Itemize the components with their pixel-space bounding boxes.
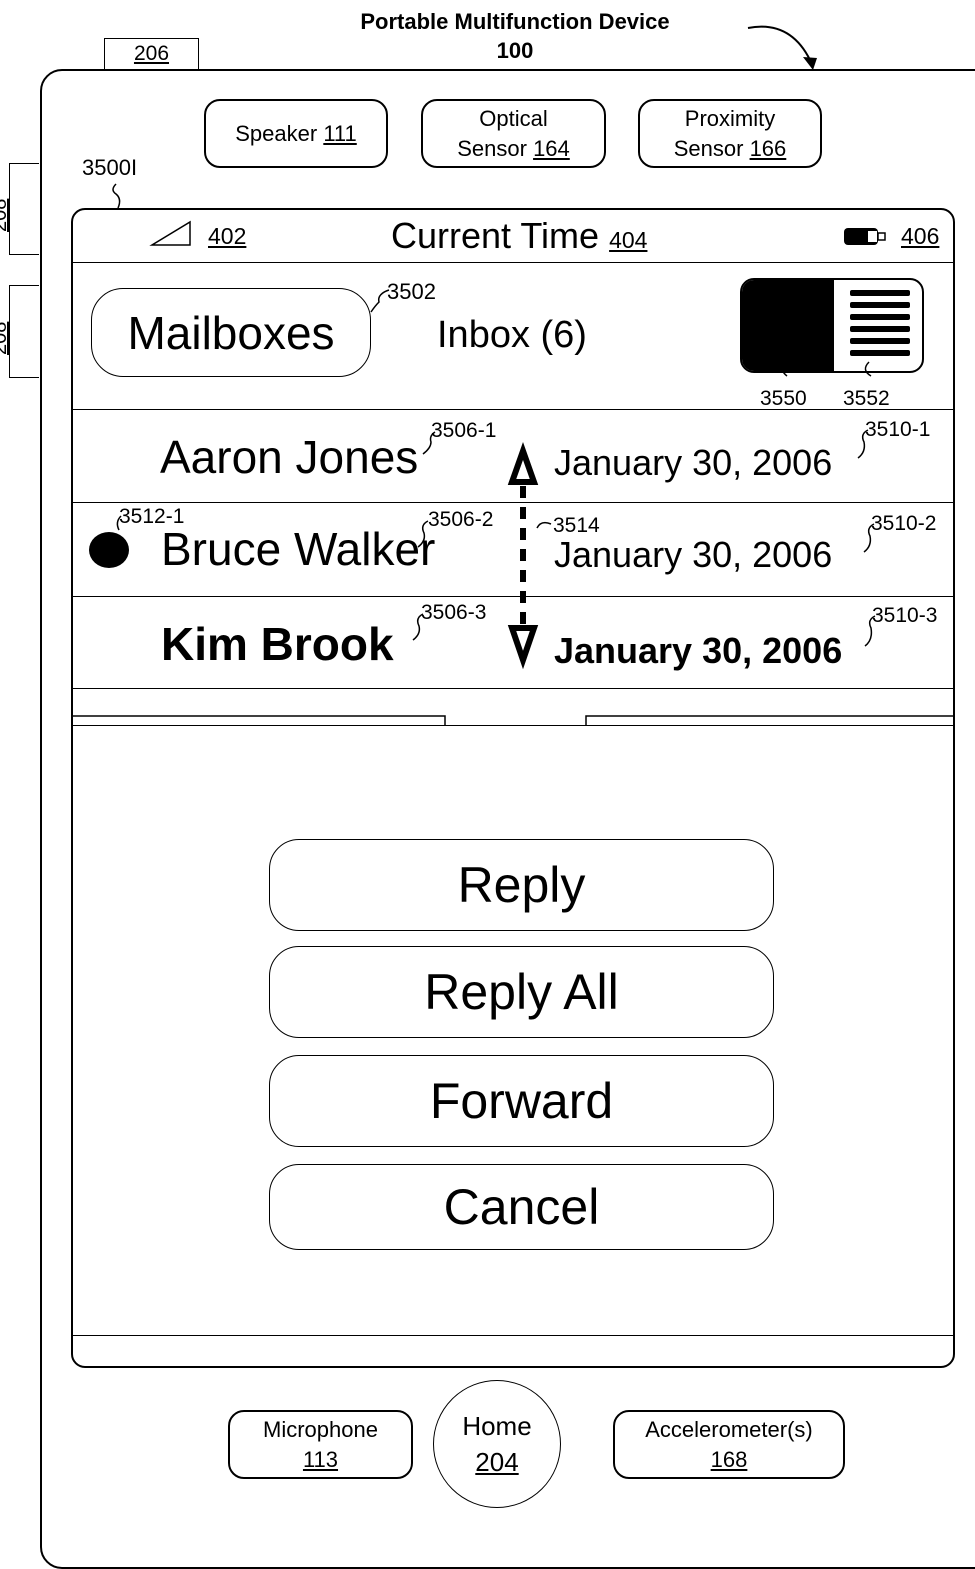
scroll-direction-arrow-icon bbox=[507, 442, 539, 670]
home-button-ref: 204 bbox=[475, 1447, 519, 1477]
proximity-sensor-box: Proximity Sensor 166 bbox=[638, 99, 822, 168]
reply-all-button[interactable]: Reply All bbox=[269, 946, 774, 1038]
reply-button-label: Reply bbox=[457, 857, 586, 913]
accelerometer-ref: 168 bbox=[710, 1446, 748, 1472]
tab-206: 206 bbox=[104, 38, 199, 70]
proximity-sensor-label-line1: Proximity bbox=[684, 105, 776, 131]
cancel-button-label: Cancel bbox=[443, 1179, 600, 1235]
speaker-label-line: Speaker 111 bbox=[235, 119, 357, 149]
speaker-box: Speaker 111 bbox=[204, 99, 388, 168]
action-sheet-top-border bbox=[73, 725, 953, 726]
toolbar-edge bbox=[73, 715, 953, 726]
accelerometer-label: Accelerometer(s) bbox=[645, 1416, 813, 1442]
microphone-label: Microphone bbox=[263, 1416, 378, 1442]
ref-208-top: 208 bbox=[0, 198, 11, 232]
speaker-ref: 111 bbox=[323, 120, 357, 146]
optical-sensor-label-line2: Sensor 164 bbox=[457, 134, 570, 164]
optical-sensor-box: Optical Sensor 164 bbox=[421, 99, 606, 168]
home-button[interactable]: Home 204 bbox=[433, 1380, 561, 1508]
optical-sensor-label-line1: Optical bbox=[479, 105, 548, 131]
microphone-ref: 113 bbox=[302, 1446, 339, 1472]
proximity-sensor-label: Sensor bbox=[673, 135, 744, 161]
optical-sensor-label: Sensor bbox=[457, 135, 527, 161]
side-button-208-bottom: 208 bbox=[0, 285, 39, 378]
forward-button[interactable]: Forward bbox=[269, 1055, 774, 1147]
ref-208-bottom: 208 bbox=[0, 321, 11, 355]
proximity-sensor-label-line2: Sensor 166 bbox=[674, 134, 787, 164]
screen-bottom-divider bbox=[73, 1335, 953, 1336]
home-button-label: Home bbox=[462, 1411, 532, 1441]
speaker-label: Speaker bbox=[235, 120, 318, 146]
accelerometer-box: Accelerometer(s) 168 bbox=[613, 1410, 845, 1479]
side-button-208-top: 208 bbox=[0, 163, 39, 255]
reply-all-button-label: Reply All bbox=[424, 964, 619, 1020]
ref-206: 206 bbox=[133, 42, 170, 65]
forward-button-label: Forward bbox=[429, 1073, 614, 1129]
microphone-box: Microphone 113 bbox=[228, 1410, 413, 1479]
screen-ref-label: 3500I bbox=[82, 155, 138, 180]
cancel-button[interactable]: Cancel bbox=[269, 1164, 774, 1250]
touch-screen: 402 Current Time 404 406 Mailboxes 3502 … bbox=[71, 208, 955, 1368]
proximity-sensor-ref: 166 bbox=[749, 135, 787, 161]
optical-sensor-ref: 164 bbox=[533, 135, 570, 161]
reply-button[interactable]: Reply bbox=[269, 839, 774, 931]
